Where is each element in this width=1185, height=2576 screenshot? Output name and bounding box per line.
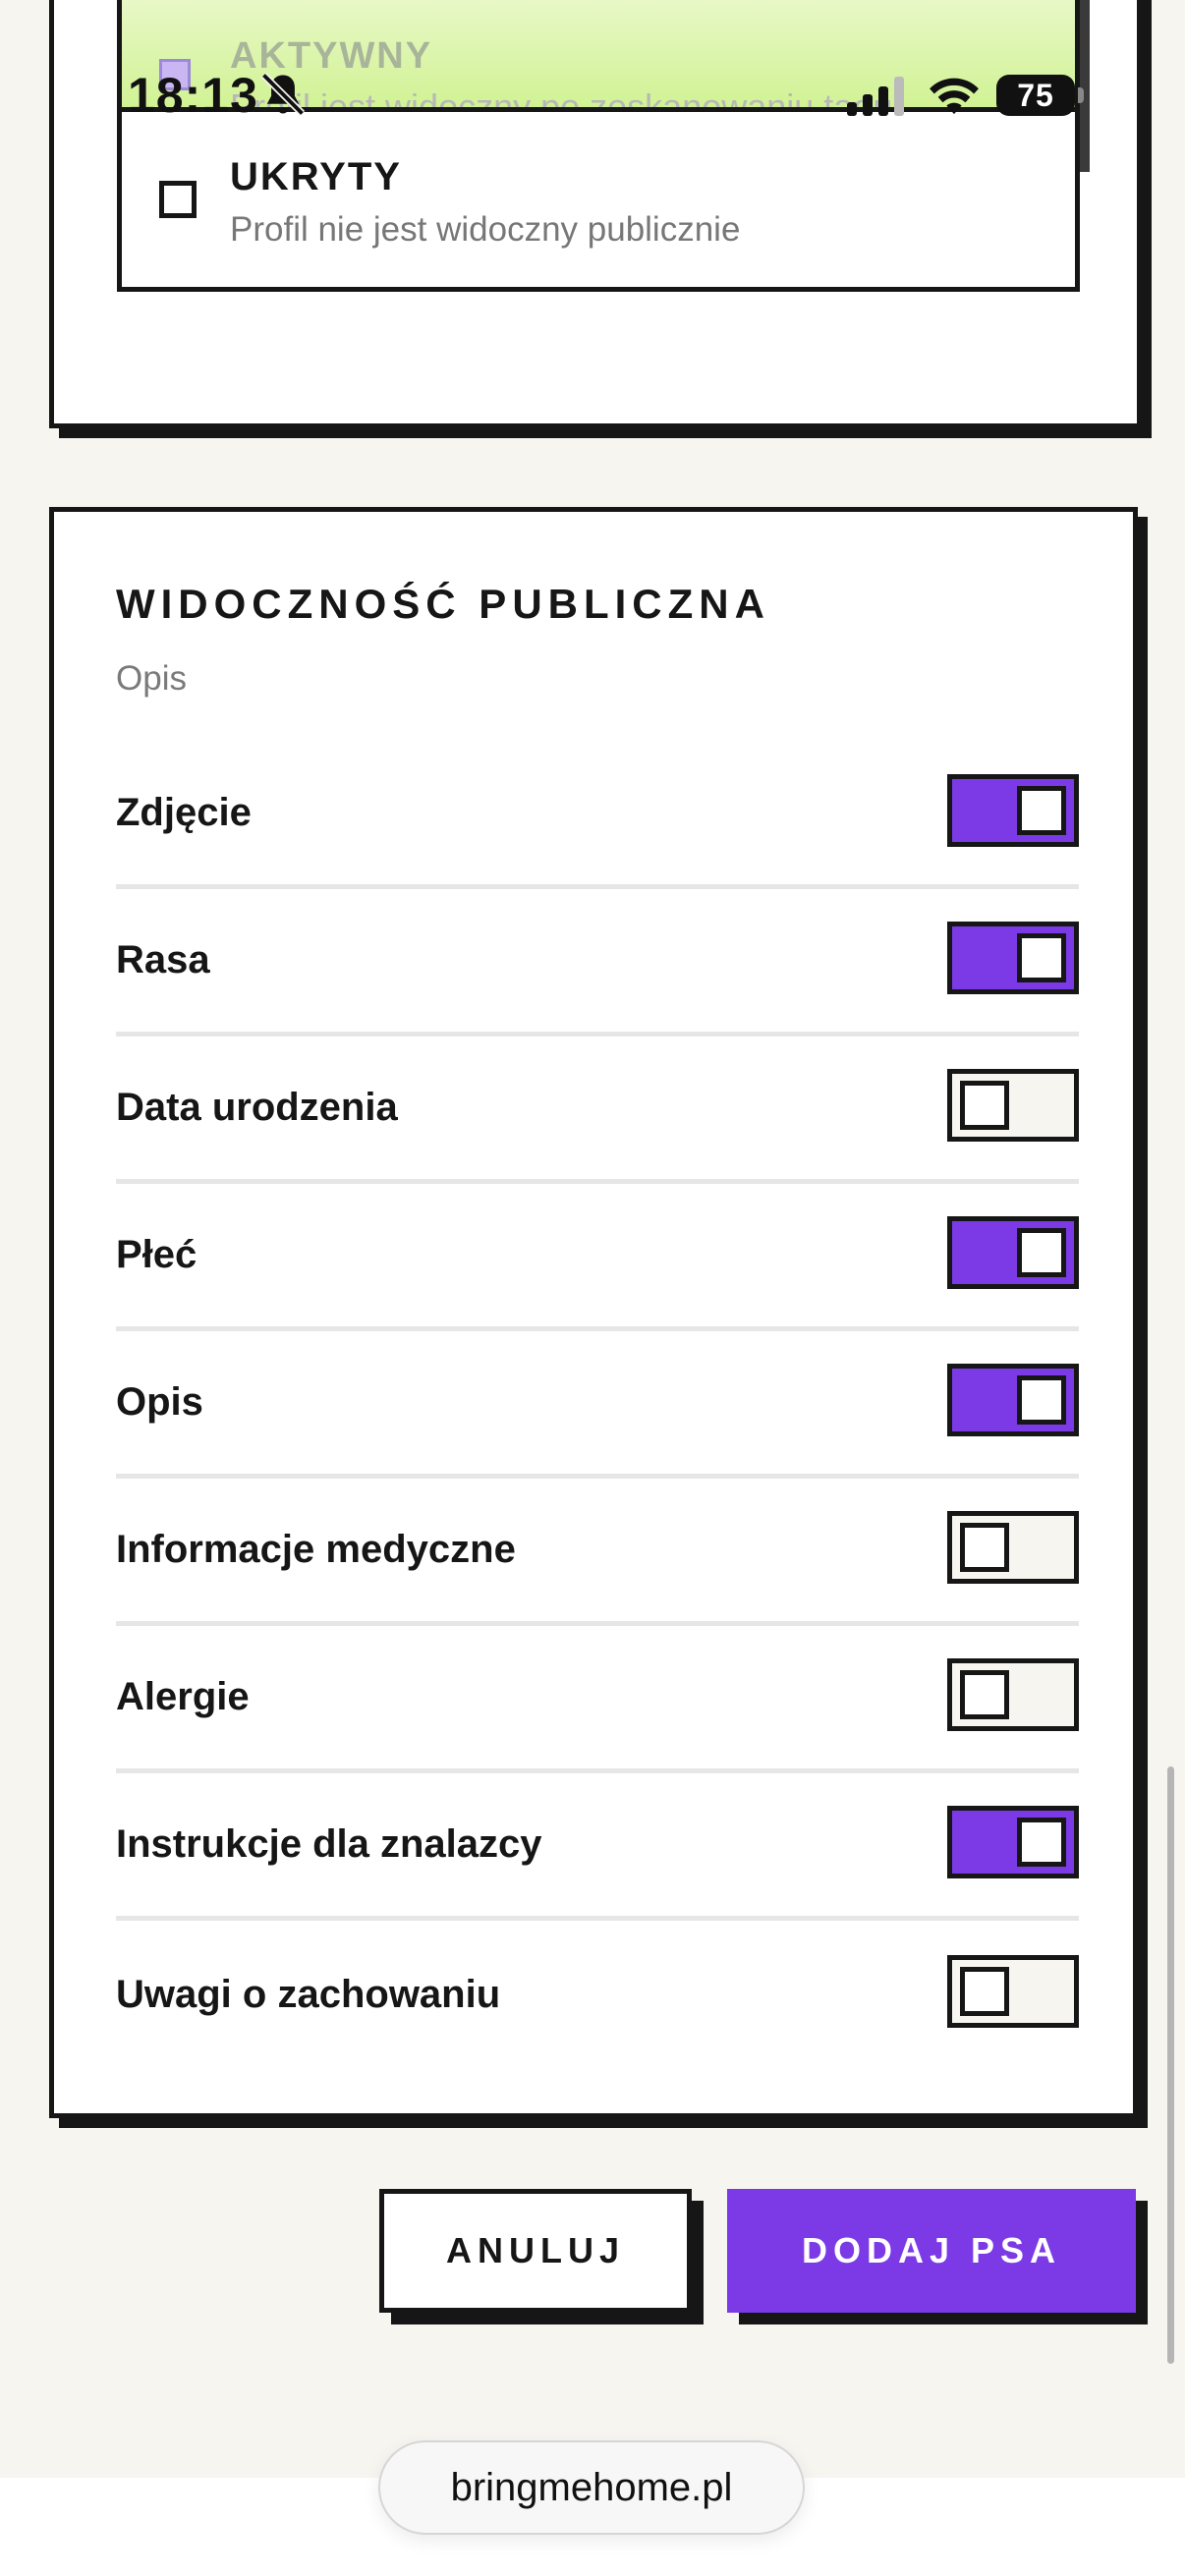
visibility-toggle-behavior-notes[interactable] [947, 1955, 1079, 2028]
toggle-knob [1017, 785, 1066, 835]
toggle-knob [1017, 932, 1066, 982]
toggle-knob [1017, 1374, 1066, 1425]
scrollbar[interactable] [1167, 1766, 1174, 2364]
visibility-row-finder-instructions: Instrukcje dla znalazcy [116, 1773, 1079, 1921]
toggle-knob [960, 1080, 1009, 1130]
visibility-toggle-birth-date[interactable] [947, 1068, 1079, 1142]
visibility-toggle-allergies[interactable] [947, 1657, 1079, 1731]
visibility-toggle-breed[interactable] [947, 921, 1079, 994]
visibility-row-behavior-notes: Uwagi o zachowaniu [116, 1921, 1079, 2068]
status-option-hidden-title: UKRYTY [230, 155, 402, 198]
toggle-knob [960, 1522, 1009, 1572]
visibility-toggle-photo[interactable] [947, 773, 1079, 847]
browser-url-bar[interactable]: bringmehome.pl [378, 2440, 805, 2535]
visibility-row-photo: Zdjęcie [116, 742, 1079, 889]
visibility-row-label: Płeć [116, 1233, 198, 1276]
visibility-toggle-description[interactable] [947, 1363, 1079, 1436]
section-title: WIDOCZNOŚĆ PUBLICZNA [116, 581, 770, 627]
visibility-row-medical-info: Informacje medyczne [116, 1479, 1079, 1626]
visibility-row-label: Instrukcje dla znalazcy [116, 1822, 542, 1866]
visibility-row-label: Rasa [116, 938, 210, 981]
public-visibility-card: WIDOCZNOŚĆ PUBLICZNA Opis Zdjęcie Rasa D… [49, 507, 1138, 2118]
toggle-knob [960, 1967, 1009, 2016]
cancel-button[interactable]: ANULUJ [379, 2189, 692, 2313]
visibility-row-label: Zdjęcie [116, 791, 252, 834]
visibility-row-label: Alergie [116, 1675, 250, 1718]
status-option-hidden[interactable]: UKRYTY Profil nie jest widoczny publiczn… [117, 107, 1080, 292]
visibility-row-label: Opis [116, 1380, 203, 1424]
status-option-active-checkbox[interactable] [159, 59, 191, 90]
visibility-toggle-medical-info[interactable] [947, 1510, 1079, 1584]
visibility-row-birth-date: Data urodzenia [116, 1036, 1079, 1184]
visibility-row-allergies: Alergie [116, 1626, 1079, 1773]
visibility-toggle-sex[interactable] [947, 1215, 1079, 1289]
add-dog-button[interactable]: DODAJ PSA [727, 2189, 1136, 2313]
visibility-row-description: Opis [116, 1331, 1079, 1479]
visibility-row-sex: Płeć [116, 1184, 1079, 1331]
profile-status-card: AKTYWNY Profil jest widoczny po zeskanow… [49, 0, 1142, 428]
visibility-row-label: Informacje medyczne [116, 1528, 516, 1571]
toggle-knob [1017, 1227, 1066, 1277]
section-description: Opis [116, 659, 187, 698]
visibility-row-label: Uwagi o zachowaniu [116, 1972, 501, 2016]
visibility-toggle-finder-instructions[interactable] [947, 1805, 1079, 1878]
visibility-row-label: Data urodzenia [116, 1086, 398, 1129]
visibility-field-list: Zdjęcie Rasa Data urodzenia Płeć Opis In… [116, 742, 1079, 2068]
status-option-hidden-description: Profil nie jest widoczny publicznie [230, 210, 741, 249]
status-option-hidden-checkbox[interactable] [159, 181, 197, 218]
status-option-active-title: AKTYWNY [230, 35, 433, 77]
toggle-knob [1017, 1817, 1066, 1867]
visibility-row-breed: Rasa [116, 889, 1079, 1036]
toggle-knob [960, 1669, 1009, 1719]
